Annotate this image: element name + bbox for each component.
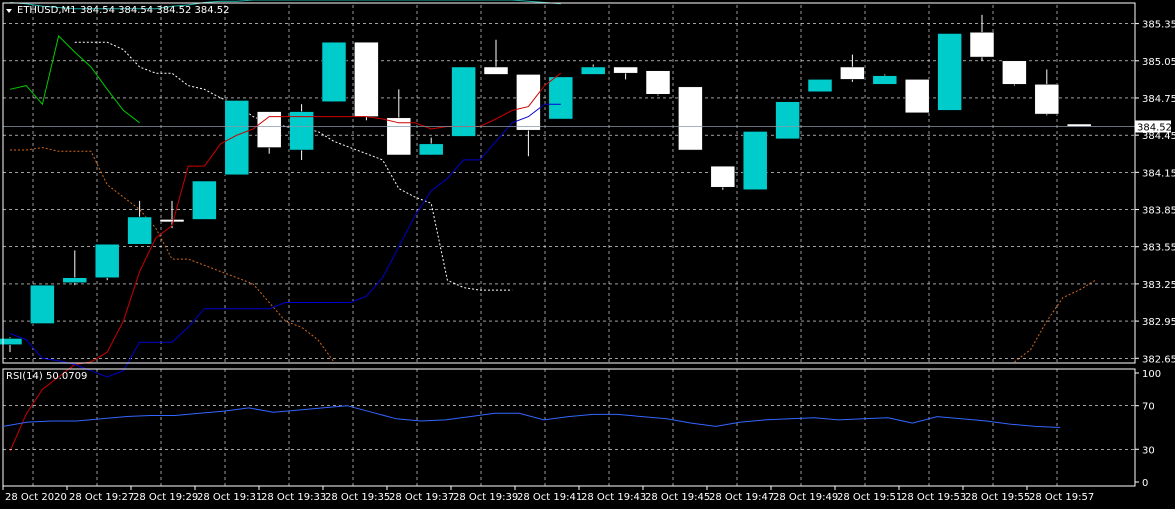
bull-candle[interactable]	[94, 243, 120, 278]
candlestick-series[interactable]	[0, 14, 1092, 353]
bear-candle[interactable]	[645, 70, 671, 95]
bear-candle[interactable]	[483, 66, 509, 75]
bull-candle[interactable]	[62, 277, 88, 283]
x-tick-label: 28 Oct 19:29	[133, 492, 198, 503]
x-tick-label: 28 Oct 19:55	[965, 492, 1030, 503]
y-tick-label: 383.85	[1142, 206, 1175, 217]
y-tick-label: 384.75	[1142, 94, 1175, 105]
x-tick-label: 28 Oct 19:31	[197, 492, 262, 503]
x-tick-label: 28 Oct 19:47	[709, 492, 774, 503]
bull-candle[interactable]	[224, 100, 250, 176]
x-tick-label: 28 Oct 19:51	[837, 492, 902, 503]
x-tick-label: 28 Oct 19:41	[517, 492, 582, 503]
chikou-span-line	[9, 35, 140, 124]
bull-candle[interactable]	[775, 101, 800, 140]
bull-candle[interactable]	[289, 111, 314, 151]
rsi-y-tick-label: 0	[1142, 478, 1148, 489]
bull-candle[interactable]	[742, 131, 768, 190]
senkou-span-a-line	[10, 147, 335, 363]
rsi-title: RSI(14) 50.0709	[6, 371, 87, 382]
symbol-label: ETHUSD,M1	[17, 5, 76, 16]
bull-candle[interactable]	[937, 33, 962, 111]
x-tick-label: 28 Oct 19:49	[773, 492, 838, 503]
indicator-lines	[3, 0, 1135, 452]
bear-candle[interactable]	[710, 165, 736, 188]
rsi-y-tick-label: 30	[1142, 445, 1155, 456]
y-tick-label: 383.25	[1142, 280, 1175, 291]
ohlc-readout: 384.54 384.54 384.52 384.52	[80, 5, 230, 16]
kijun-sen-line	[9, 103, 561, 378]
x-tick-label: 28 Oct 19:33	[261, 492, 326, 503]
bear-candle[interactable]	[969, 32, 995, 58]
x-tick-label: 28 Oct 19:45	[645, 492, 710, 503]
bear-candle[interactable]	[516, 74, 541, 131]
rsi-y-tick-label: 70	[1142, 402, 1155, 413]
bull-candle[interactable]	[548, 76, 574, 120]
bull-candle[interactable]	[30, 284, 55, 324]
bear-candle[interactable]	[386, 117, 412, 156]
dropdown-icon[interactable]	[6, 9, 12, 13]
bear-candle[interactable]	[1002, 60, 1027, 85]
bull-candle[interactable]	[580, 66, 606, 75]
x-tick-label: 28 Oct 19:39	[453, 492, 518, 503]
bear-candle[interactable]	[354, 41, 379, 117]
x-tick-label: 28 Oct 19:57	[1029, 492, 1094, 503]
current-price-label: 384.52	[1137, 122, 1172, 133]
bull-candle[interactable]	[127, 216, 152, 245]
tenkan-sen-line	[9, 72, 562, 452]
bull-candle[interactable]	[192, 180, 217, 220]
y-tick-label: 383.55	[1142, 243, 1175, 254]
rsi-y-tick-label: 100	[1142, 369, 1161, 380]
x-tick-label: 28 Oct 19:53	[901, 492, 966, 503]
bull-candle[interactable]	[418, 143, 444, 156]
bull-candle[interactable]	[872, 75, 898, 85]
bull-candle[interactable]	[321, 41, 347, 102]
bull-candle[interactable]	[451, 66, 476, 137]
x-tick-label: 28 Oct 19:35	[325, 492, 390, 503]
y-tick-label: 385.35	[1142, 20, 1175, 31]
y-tick-label: 384.15	[1142, 168, 1175, 179]
x-tick-label: 28 Oct 2020	[5, 492, 67, 503]
bear-candle[interactable]	[678, 86, 703, 151]
y-tick-label: 385.05	[1142, 57, 1175, 68]
x-tick-label: 28 Oct 19:37	[389, 492, 454, 503]
rsi-panel: 100 70 30 0	[2, 369, 1161, 489]
bear-candle[interactable]	[904, 79, 930, 114]
chart-canvas: 28 Oct 2020 28 Oct 19:2728 Oct 19:2928 Oc…	[0, 0, 1175, 503]
bear-candle[interactable]	[1034, 84, 1060, 115]
axes: 28 Oct 2020 28 Oct 19:2728 Oct 19:2928 Oc…	[2, 2, 1175, 503]
y-tick-label: 382.95	[1142, 317, 1175, 328]
bear-candle[interactable]	[159, 219, 185, 223]
senkou-span-b-line	[74, 41, 513, 291]
bull-candle[interactable]	[807, 79, 833, 93]
rsi-frame	[2, 368, 1136, 487]
y-tick-label: 382.65	[1142, 354, 1175, 365]
rsi-line	[2, 405, 1061, 428]
x-tick-label: 28 Oct 19:27	[69, 492, 134, 503]
bear-candle[interactable]	[613, 66, 638, 74]
x-tick-label: 28 Oct 19:43	[581, 492, 646, 503]
bear-candle[interactable]	[840, 66, 865, 80]
main-frame	[2, 2, 1136, 364]
